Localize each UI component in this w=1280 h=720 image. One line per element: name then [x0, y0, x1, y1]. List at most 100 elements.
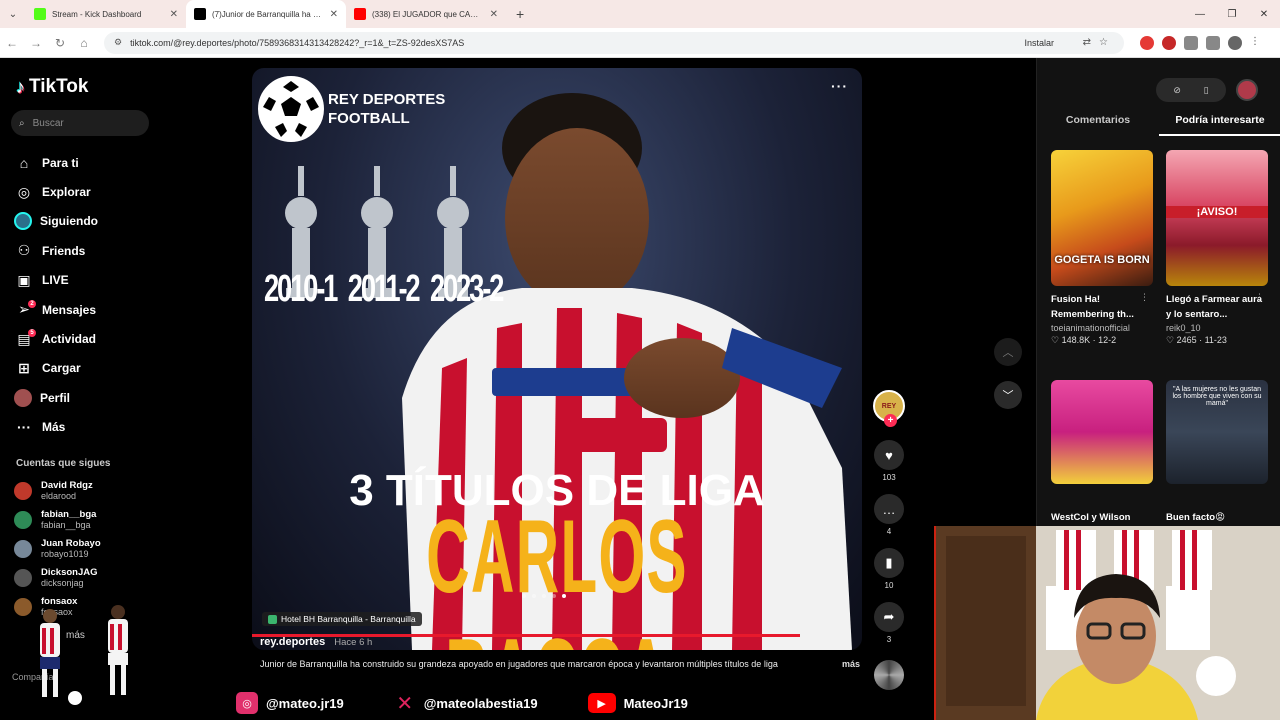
share-button[interactable]: ➦ [874, 602, 904, 632]
nav-perfil[interactable]: Perfil [14, 383, 234, 412]
nav-friends[interactable]: ⚇ Friends [14, 236, 234, 265]
compass-small-icon[interactable]: ⊘ [1173, 85, 1181, 96]
like-button[interactable]: ♥ [874, 440, 904, 470]
extensions-bar: ⋮ [1140, 35, 1260, 50]
tab-search-icon[interactable]: ⌄ [0, 0, 26, 28]
browser-tab-kick[interactable]: Stream - Kick Dashboard ✕ [26, 0, 186, 28]
url-text: tiktok.com/@rey.deportes/photo/758936831… [130, 37, 465, 48]
phone-icon[interactable]: ▯ [1204, 85, 1209, 96]
expand-description-link[interactable]: más [835, 659, 860, 669]
suggested-video-card[interactable]: GOGETA IS BORN Fusion Ha! Remembering th… [1051, 150, 1153, 346]
nav-actividad[interactable]: ▤ 5 Actividad [14, 324, 234, 353]
carousel-dot[interactable] [542, 594, 546, 598]
year-label: 2010-1 [264, 268, 338, 310]
browser-tab-tiktok[interactable]: (7)Junior de Barranquilla ha cor ✕ [186, 0, 346, 28]
photo-carousel-dots[interactable] [522, 594, 566, 598]
video-thumbnail[interactable]: "A las mujeres no les gustan los hombre … [1166, 380, 1268, 484]
home-icon: ⌂ [19, 154, 29, 171]
translate-bookmark-icons[interactable]: ⇄☆ [1083, 37, 1116, 48]
year-label: 2011-2 [347, 268, 421, 310]
install-app-button[interactable]: Instalar [1024, 38, 1054, 48]
post-author[interactable]: rey.deportes Hace 6 h [260, 636, 372, 648]
following-account[interactable]: Juan Robayo robayo1019 [14, 534, 101, 563]
extension-icon[interactable] [1140, 35, 1154, 50]
upload-icon: ⊞ [18, 359, 30, 376]
tiktok-logo[interactable]: ♪ TikTok [16, 76, 88, 98]
avatar [14, 539, 32, 558]
following-account[interactable]: DicksonJAG dicksonjag [14, 563, 101, 592]
following-account[interactable]: fabian__bga fabian__bga [14, 505, 101, 534]
tab-podria-interesarte[interactable]: Podría interesarte [1159, 114, 1280, 136]
music-disc-icon[interactable] [874, 660, 904, 690]
nav-label: Para ti [42, 155, 79, 170]
nav-cargar[interactable]: ⊞ Cargar [14, 354, 234, 383]
next-post-chevron-down-icon[interactable]: ﹀ [994, 381, 1022, 409]
url-input[interactable]: ⚙ tiktok.com/@rey.deportes/photo/7589368… [104, 31, 1124, 54]
site-info-icon[interactable]: ⚙ [114, 37, 122, 48]
back-icon[interactable]: ← [0, 31, 24, 55]
video-thumbnail[interactable]: GOGETA IS BORN [1051, 150, 1153, 286]
minimize-icon[interactable]: — [1184, 0, 1216, 28]
new-tab-icon[interactable]: + [516, 6, 524, 22]
post-more-options-icon[interactable]: ··· [831, 78, 848, 94]
top-right-controls: ⊘ ▯ [1156, 78, 1258, 102]
comment-button[interactable]: … [874, 494, 904, 524]
close-tab-icon[interactable]: ✕ [170, 9, 178, 20]
search-input[interactable]: ⌕ Buscar [11, 110, 149, 136]
nav-para-ti[interactable]: ⌂ Para ti [14, 148, 234, 177]
device-toggle[interactable]: ⊘ ▯ [1156, 78, 1226, 102]
suggested-video-card[interactable]: WestCol y Wilson [1051, 380, 1153, 525]
nav-label: Cargar [42, 361, 81, 376]
previous-post-chevron-up-icon[interactable]: ︿ [994, 338, 1022, 366]
video-author[interactable]: reik0_10 [1166, 323, 1268, 333]
carousel-dot[interactable] [532, 594, 536, 598]
tiktok-note-icon: ♪ [16, 76, 25, 97]
home-icon[interactable]: ⌂ [72, 31, 96, 55]
nav-mensajes[interactable]: ➢ 2 Mensajes [14, 295, 234, 324]
brand-line-1: REY DEPORTES [328, 91, 446, 108]
tab-comentarios[interactable]: Comentarios [1037, 114, 1159, 136]
football-logo-icon [258, 76, 324, 142]
video-title: Buen facto😡 [1166, 512, 1225, 523]
card-menu-icon[interactable]: ⋮ [1140, 292, 1149, 303]
user-avatar[interactable] [1236, 79, 1258, 101]
browser-menu-icon[interactable]: ⋮ [1250, 36, 1260, 50]
profile-avatar-icon[interactable] [1228, 35, 1242, 50]
carousel-dot[interactable] [552, 594, 556, 598]
youtube-icon: ▶ [587, 693, 616, 713]
close-window-icon[interactable]: ✕ [1248, 0, 1280, 28]
following-account[interactable]: David Rdgz eldarood [14, 476, 101, 505]
reload-icon[interactable]: ↻ [48, 31, 72, 55]
nav-mas[interactable]: ··· Más [14, 413, 234, 442]
save-button[interactable]: ▮ [874, 548, 904, 578]
avatar [14, 510, 32, 529]
video-thumbnail[interactable]: ¡AVISO! [1166, 150, 1268, 286]
suggested-video-card[interactable]: ¡AVISO! Llegó a Farmear aura y lo sentar… [1166, 150, 1268, 346]
location-tag[interactable]: Hotel BH Barranquilla - Barranquilla [262, 612, 422, 626]
carousel-dot-active[interactable] [562, 594, 566, 598]
card-menu-icon[interactable]: ⋮ [1255, 292, 1264, 303]
close-tab-icon[interactable]: ✕ [490, 9, 498, 20]
extensions-puzzle-icon[interactable] [1184, 35, 1198, 50]
live-icon: ▣ [17, 271, 31, 288]
extension-icon[interactable] [1162, 35, 1176, 50]
following-avatar-icon [14, 212, 32, 231]
reading-list-icon[interactable] [1206, 35, 1220, 50]
post-image[interactable]: REY DEPORTES FOOTBALL ··· 2010-1 2011-2 … [252, 68, 862, 650]
close-tab-icon[interactable]: ✕ [330, 9, 338, 20]
maximize-icon[interactable]: ❐ [1216, 0, 1248, 28]
creator-avatar[interactable]: REY + [873, 390, 905, 427]
nav-siguiendo[interactable]: Siguiendo [14, 207, 234, 236]
nav-live[interactable]: ▣ LIVE [14, 266, 234, 295]
window-controls: — ❐ ✕ [1184, 0, 1280, 28]
nav-explorar[interactable]: ◎ Explorar [14, 177, 234, 206]
browser-tab-youtube[interactable]: (338) El JUGADOR que CAMBIÓ ✕ [346, 0, 506, 28]
video-author[interactable]: toeianimationofficial [1051, 323, 1153, 333]
follow-plus-icon[interactable]: + [884, 414, 897, 427]
forward-icon[interactable]: → [24, 31, 48, 55]
video-thumbnail[interactable] [1051, 380, 1153, 484]
suggested-video-card[interactable]: "A las mujeres no les gustan los hombre … [1166, 380, 1268, 525]
search-icon: ⌕ [19, 117, 25, 129]
author-handle[interactable]: rey.deportes [260, 636, 325, 648]
carousel-dot[interactable] [522, 594, 526, 598]
